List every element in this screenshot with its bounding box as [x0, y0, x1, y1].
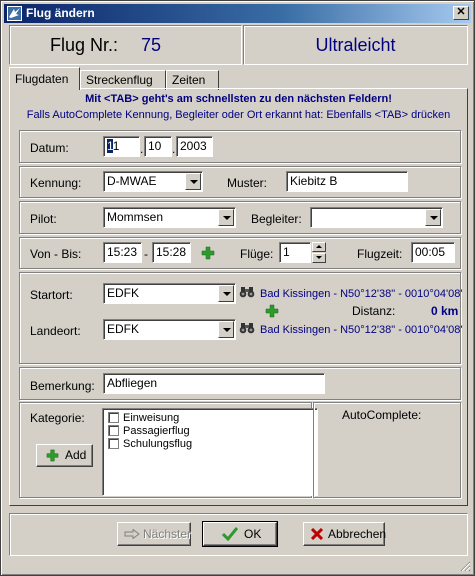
- category-list[interactable]: Einweisung Passagierflug Schulungsflug: [102, 408, 318, 496]
- time-from-field[interactable]: 15:23: [103, 242, 142, 263]
- time-separator: -: [144, 247, 148, 261]
- resize-grip-icon[interactable]: [459, 560, 471, 572]
- pilot-label: Pilot:: [30, 212, 57, 226]
- cancel-button[interactable]: Abbrechen: [303, 522, 386, 546]
- spin-up-icon[interactable]: [312, 242, 326, 252]
- category-label: Kategorie:: [30, 411, 85, 425]
- date-day-field[interactable]: 11: [103, 136, 140, 157]
- flight-edit-window: Flug ändern ✕ Flug Nr.: 75 Ultraleicht F…: [0, 0, 475, 576]
- date-month-field[interactable]: 10: [144, 136, 172, 157]
- registration-combo[interactable]: D-MWAE: [103, 171, 203, 192]
- ok-button[interactable]: OK: [202, 521, 278, 547]
- tab-flugdaten[interactable]: Flugdaten: [9, 67, 80, 90]
- remark-field[interactable]: Abfliegen: [103, 373, 325, 394]
- companion-label: Begleiter:: [251, 212, 302, 226]
- start-location: Bad Kissingen - N50°12'38" - 0010°04'08': [260, 288, 463, 300]
- close-button[interactable]: ✕: [453, 6, 469, 20]
- add-time-icon[interactable]: [201, 246, 215, 260]
- flight-time-label: Flugzeit:: [357, 247, 403, 261]
- model-label: Muster:: [227, 176, 268, 190]
- tab-hint: Mit <TAB> geht's am schnellsten zu den n…: [85, 93, 392, 105]
- route-group: Startort: EDFK Bad Kissingen - N50°12'38…: [19, 272, 463, 364]
- category-item-passagierflug[interactable]: Passagierflug: [108, 425, 190, 438]
- flights-spinner[interactable]: [312, 242, 326, 263]
- close-icon: [311, 528, 323, 540]
- date-year-field[interactable]: 2003: [176, 136, 213, 157]
- remark-label: Bemerkung:: [30, 379, 95, 393]
- start-label: Startort:: [30, 288, 73, 302]
- checkbox[interactable]: [108, 412, 119, 423]
- tab-streckenflug[interactable]: Streckenflug: [80, 70, 166, 90]
- autocomplete-hint: Falls AutoComplete Kennung, Begleiter od…: [26, 109, 451, 121]
- binoculars-icon[interactable]: [239, 286, 255, 298]
- add-route-icon[interactable]: [265, 304, 279, 318]
- add-category-button[interactable]: Add: [36, 444, 93, 467]
- chevron-down-icon[interactable]: [218, 321, 234, 338]
- date-group: Datum: 11 . 10 . 2003: [19, 130, 461, 163]
- distance-label: Distanz:: [352, 304, 396, 318]
- pilot-group: Pilot: Mommsen Begleiter:: [19, 201, 461, 234]
- registration-label: Kennung:: [30, 176, 82, 190]
- next-button[interactable]: Nächster: [117, 522, 191, 546]
- checkbox[interactable]: [108, 438, 119, 449]
- registration-group: Kennung: D-MWAE Muster: Kiebitz B: [19, 166, 461, 198]
- chevron-down-icon[interactable]: [185, 173, 201, 190]
- title-bar[interactable]: Flug ändern ✕: [4, 4, 471, 23]
- chevron-down-icon[interactable]: [218, 285, 234, 302]
- plus-icon: [46, 449, 59, 462]
- date-label: Datum:: [30, 141, 69, 155]
- tab-zeiten[interactable]: Zeiten: [166, 70, 219, 90]
- window-title: Flug ändern: [26, 6, 95, 20]
- landing-label: Landeort:: [30, 324, 81, 338]
- model-field[interactable]: Kiebitz B: [286, 171, 408, 192]
- start-combo[interactable]: EDFK: [103, 283, 236, 304]
- arrow-right-icon: [124, 529, 140, 539]
- time-range-label: Von - Bis:: [30, 247, 82, 261]
- landing-combo[interactable]: EDFK: [103, 319, 236, 340]
- checkmark-icon: [222, 527, 238, 541]
- checkbox[interactable]: [108, 425, 119, 436]
- flight-number-panel: Flug Nr.: 75: [9, 25, 242, 65]
- autocomplete-group: AutoComplete:: [313, 402, 461, 498]
- category-item-schulungsflug[interactable]: Schulungsflug: [108, 438, 192, 451]
- time-to-field[interactable]: 15:28: [152, 242, 191, 263]
- flight-time-field[interactable]: 00:05: [411, 242, 455, 263]
- remark-group: Bemerkung: Abfliegen: [19, 367, 461, 400]
- distance-value: 0 km: [431, 304, 459, 318]
- app-icon: [7, 6, 22, 21]
- category-group: Kategorie: Add Einweisung Passagierflug …: [19, 402, 318, 498]
- autocomplete-label: AutoComplete:: [342, 408, 422, 422]
- companion-combo[interactable]: [310, 207, 443, 228]
- flight-number-value: 75: [141, 35, 162, 55]
- chevron-down-icon[interactable]: [218, 209, 234, 226]
- landing-location: Bad Kissingen - N50°12'38" - 0010°04'08': [260, 324, 463, 336]
- flugdaten-panel: Mit <TAB> geht's am schnellsten zu den n…: [9, 88, 468, 506]
- pilot-combo[interactable]: Mommsen: [103, 207, 236, 228]
- category-item-einweisung[interactable]: Einweisung: [108, 412, 179, 425]
- spin-down-icon[interactable]: [312, 253, 326, 263]
- aircraft-type-panel: Ultraleicht: [243, 25, 468, 65]
- flights-field[interactable]: 1: [279, 242, 311, 263]
- times-group: Von - Bis: 15:23 - 15:28 Flüge: 1 Flugze…: [19, 237, 461, 269]
- aircraft-type-label: Ultraleicht: [315, 35, 396, 55]
- flights-label: Flüge:: [240, 247, 274, 261]
- flight-number-label: Flug Nr.:: [50, 35, 119, 55]
- button-bar: Nächster OK Abbrechen: [9, 513, 468, 556]
- chevron-down-icon[interactable]: [425, 209, 441, 226]
- binoculars-icon[interactable]: [239, 322, 255, 334]
